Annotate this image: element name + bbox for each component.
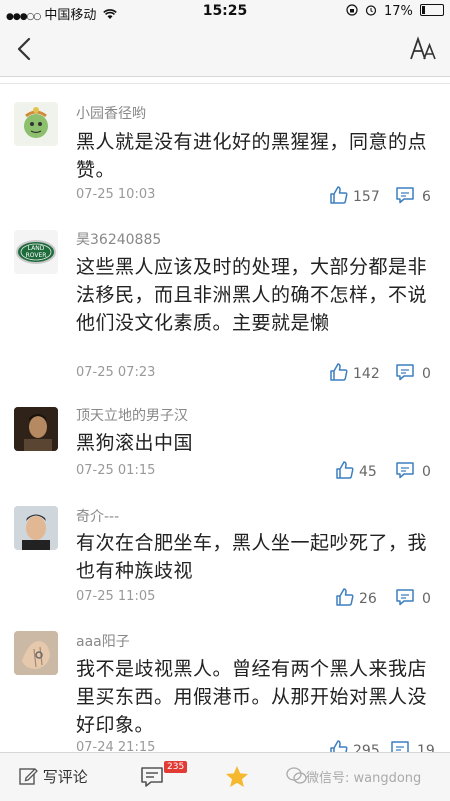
alarm-icon xyxy=(365,5,376,16)
orientation-lock-icon xyxy=(346,4,358,16)
avatar[interactable]: LAND ROVER xyxy=(14,230,58,274)
bottom-toolbar: 写评论 235 微信号: wangdong xyxy=(0,752,450,801)
status-bar: ●●●○○ 中国移动 15:25 17% xyxy=(0,0,450,24)
comment-text: 这些黑人应该及时的处理，大部分都是非法移民，而且非洲黑人的确不怎样，不说他们没文… xyxy=(76,256,428,334)
comment-username[interactable]: 奇介--- xyxy=(76,506,119,526)
comment-text: 黑人就是没有进化好的黑猩猩，同意的点赞。 xyxy=(76,131,428,181)
avatar[interactable] xyxy=(14,631,58,675)
comment-date: 07-25 07:23 xyxy=(76,365,156,380)
wechat-logo-icon xyxy=(286,767,307,784)
comment-text: 我不是歧视黑人。曾经有两个黑人来我店里买东西。用假港币。从那开始对黑人没好印象。 xyxy=(76,658,428,736)
avatar[interactable] xyxy=(14,102,58,146)
comment-bubble-icon xyxy=(396,364,414,381)
comment-bubble-icon xyxy=(396,462,414,479)
comment-item: LAND ROVER 昊36240885 这些黑人应该及时的处理，大部分都是非法… xyxy=(0,215,450,396)
navigation-bar xyxy=(0,24,450,77)
reply-count: 0 xyxy=(422,591,431,607)
like-button[interactable]: 157 xyxy=(329,185,380,205)
comment-date: 07-25 10:03 xyxy=(76,187,156,202)
previous-comment-peek xyxy=(0,77,450,85)
like-count: 45 xyxy=(359,464,377,480)
reply-button[interactable]: 0 xyxy=(395,460,431,480)
like-count: 157 xyxy=(353,189,380,205)
reply-button[interactable]: 6 xyxy=(395,185,431,205)
like-count: 142 xyxy=(353,366,380,382)
reply-count: 0 xyxy=(422,366,431,382)
thumbs-up-icon xyxy=(330,186,348,204)
reply-count: 6 xyxy=(422,189,431,205)
edit-icon xyxy=(19,768,38,785)
comment-text: 有次在合肥坐车，黑人坐一起吵死了，我也有种族歧视 xyxy=(76,532,428,582)
comment-bubble-icon xyxy=(396,589,414,606)
avatar[interactable] xyxy=(14,407,58,451)
svg-text:ROVER: ROVER xyxy=(26,252,47,259)
chevron-left-icon[interactable] xyxy=(12,36,38,62)
comment-date: 07-25 01:15 xyxy=(76,463,156,478)
thumbs-up-icon xyxy=(330,363,348,381)
comments-icon[interactable] xyxy=(140,765,164,789)
battery-percent: 17% xyxy=(383,4,413,19)
comment-item: 小园香径哟 黑人就是没有进化好的黑猩猩，同意的点赞。 07-25 10:03 1… xyxy=(0,85,450,216)
comment-count-badge: 235 xyxy=(164,761,188,773)
reply-button[interactable]: 0 xyxy=(395,587,431,607)
battery-icon xyxy=(420,4,444,16)
thumbs-up-icon xyxy=(336,461,354,479)
comment-item: 奇介--- 有次在合肥坐车，黑人坐一起吵死了，我也有种族歧视 07-25 11:… xyxy=(0,490,450,616)
comment-date: 07-25 11:05 xyxy=(76,589,156,604)
comment-username[interactable]: 小园香径哟 xyxy=(76,103,146,123)
watermark-text: 微信号: wangdong xyxy=(306,771,422,786)
like-button[interactable]: 45 xyxy=(335,460,377,480)
comment-username[interactable]: 昊36240885 xyxy=(76,229,161,249)
comment-username[interactable]: 顶天立地的男子汉 xyxy=(76,405,188,425)
comment-item: aaa阳子 我不是歧视黑人。曾经有两个黑人来我店里买东西。用假港币。从那开始对黑… xyxy=(0,615,450,759)
reply-button[interactable]: 0 xyxy=(395,362,431,382)
write-comment-button[interactable]: 写评论 xyxy=(18,766,88,787)
comment-username[interactable]: aaa阳子 xyxy=(76,631,130,651)
font-size-icon[interactable] xyxy=(410,36,436,62)
comment-text: 黑狗滚出中国 xyxy=(76,432,194,454)
like-count: 26 xyxy=(359,591,377,607)
thumbs-up-icon xyxy=(336,588,354,606)
write-comment-label: 写评论 xyxy=(42,768,88,786)
comment-item: 顶天立地的男子汉 黑狗滚出中国 07-25 01:15 45 0 xyxy=(0,395,450,491)
comment-bubble-icon xyxy=(396,187,414,204)
system-status: 17% xyxy=(346,4,444,19)
like-button[interactable]: 142 xyxy=(329,362,380,382)
reply-count: 0 xyxy=(422,464,431,480)
like-button[interactable]: 26 xyxy=(335,587,377,607)
svg-text:LAND: LAND xyxy=(28,245,45,252)
avatar[interactable] xyxy=(14,506,58,550)
star-icon[interactable] xyxy=(224,764,250,790)
